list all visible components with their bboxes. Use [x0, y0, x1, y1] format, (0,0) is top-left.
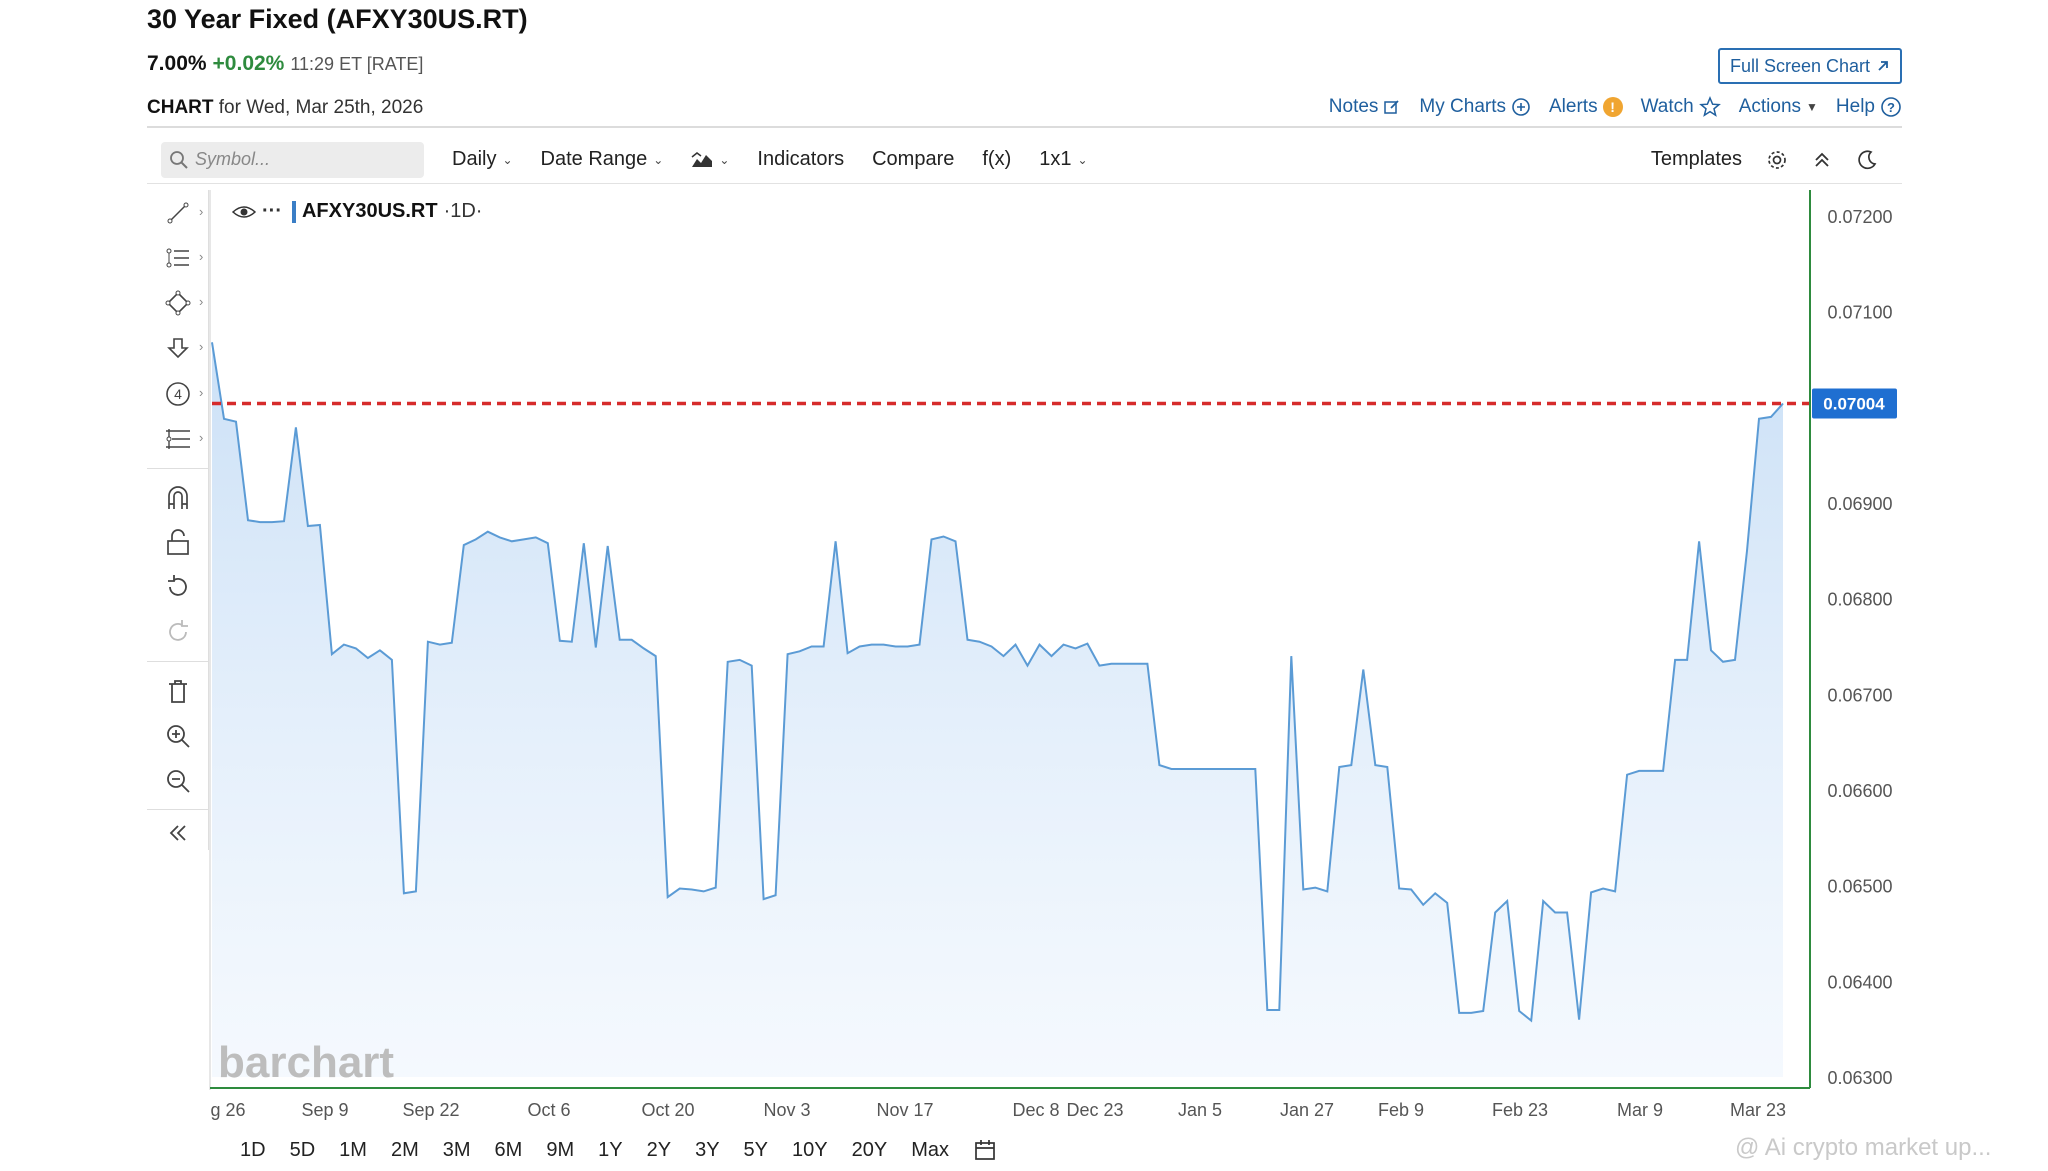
range-button-5d[interactable]: 5D: [290, 1139, 316, 1162]
range-button-3y[interactable]: 3Y: [695, 1139, 719, 1162]
x-tick-label: g 26: [210, 1100, 245, 1120]
y-tick-label: 0.06400: [1827, 972, 1892, 992]
y-tick-label: 0.06500: [1827, 877, 1892, 897]
legend-symbol: AFXY30US.RT: [301, 200, 438, 222]
series-legend: ··· AFXY30US.RT ·1D·: [232, 200, 482, 223]
x-tick-label: Jan 27: [1280, 1100, 1334, 1120]
range-button-6m[interactable]: 6M: [495, 1139, 523, 1162]
legend-period: ·1D·: [443, 200, 483, 222]
y-tick-label: 0.06700: [1827, 685, 1892, 705]
more-options-icon[interactable]: ···: [262, 200, 282, 223]
series-color-swatch: [291, 200, 296, 223]
x-tick-label: Oct 20: [641, 1100, 694, 1120]
watermark-text: @ Ai crypto market up...: [1735, 1134, 1992, 1161]
range-button-2m[interactable]: 2M: [391, 1139, 419, 1162]
x-tick-label: Feb 9: [1378, 1100, 1424, 1120]
range-button-3m[interactable]: 3M: [443, 1139, 471, 1162]
x-tick-label: Oct 6: [527, 1100, 570, 1120]
y-tick-label: 0.06800: [1827, 590, 1892, 610]
range-button-1y[interactable]: 1Y: [598, 1139, 622, 1162]
x-tick-label: Sep 9: [301, 1100, 348, 1120]
range-button-2y[interactable]: 2Y: [647, 1139, 671, 1162]
x-tick-label: Dec 23: [1066, 1100, 1123, 1120]
range-button-10y[interactable]: 10Y: [792, 1139, 828, 1162]
range-button-9m[interactable]: 9M: [546, 1139, 574, 1162]
x-tick-label: Jan 5: [1178, 1100, 1222, 1120]
x-tick-label: Nov 17: [876, 1100, 933, 1120]
y-tick-label: 0.06300: [1827, 1068, 1892, 1088]
x-tick-label: Sep 22: [402, 1100, 459, 1120]
calendar-icon[interactable]: [973, 1138, 997, 1162]
barchart-logo: barchart: [218, 1038, 394, 1087]
price-chart[interactable]: 0.07200 0.07100 0.07004 0.06900 0.06800 0.067…: [0, 0, 2048, 1171]
series-area-fill: [212, 342, 1783, 1077]
range-button-max[interactable]: Max: [911, 1139, 949, 1162]
last-price-tag-label: 0.07004: [1823, 395, 1885, 414]
eye-icon[interactable]: [232, 204, 256, 220]
range-selector: 1D 5D 1M 2M 3M 6M 9M 1Y 2Y 3Y 5Y 10Y 20Y Max: [210, 1128, 1810, 1171]
x-tick-label: Mar 9: [1617, 1100, 1663, 1120]
range-button-1m[interactable]: 1M: [339, 1139, 367, 1162]
y-tick-label: 0.07200: [1827, 207, 1892, 227]
range-button-5y[interactable]: 5Y: [744, 1139, 768, 1162]
y-tick-label: 0.06900: [1827, 494, 1892, 514]
x-tick-label: Mar 23: [1730, 1100, 1786, 1120]
y-tick-label: 0.06600: [1827, 781, 1892, 801]
x-tick-label: Feb 23: [1492, 1100, 1548, 1120]
range-button-1d[interactable]: 1D: [240, 1139, 266, 1162]
range-button-20y[interactable]: 20Y: [852, 1139, 888, 1162]
x-tick-label: Nov 3: [763, 1100, 810, 1120]
x-tick-label: Dec 8: [1012, 1100, 1059, 1120]
y-tick-label: 0.07100: [1827, 303, 1892, 323]
